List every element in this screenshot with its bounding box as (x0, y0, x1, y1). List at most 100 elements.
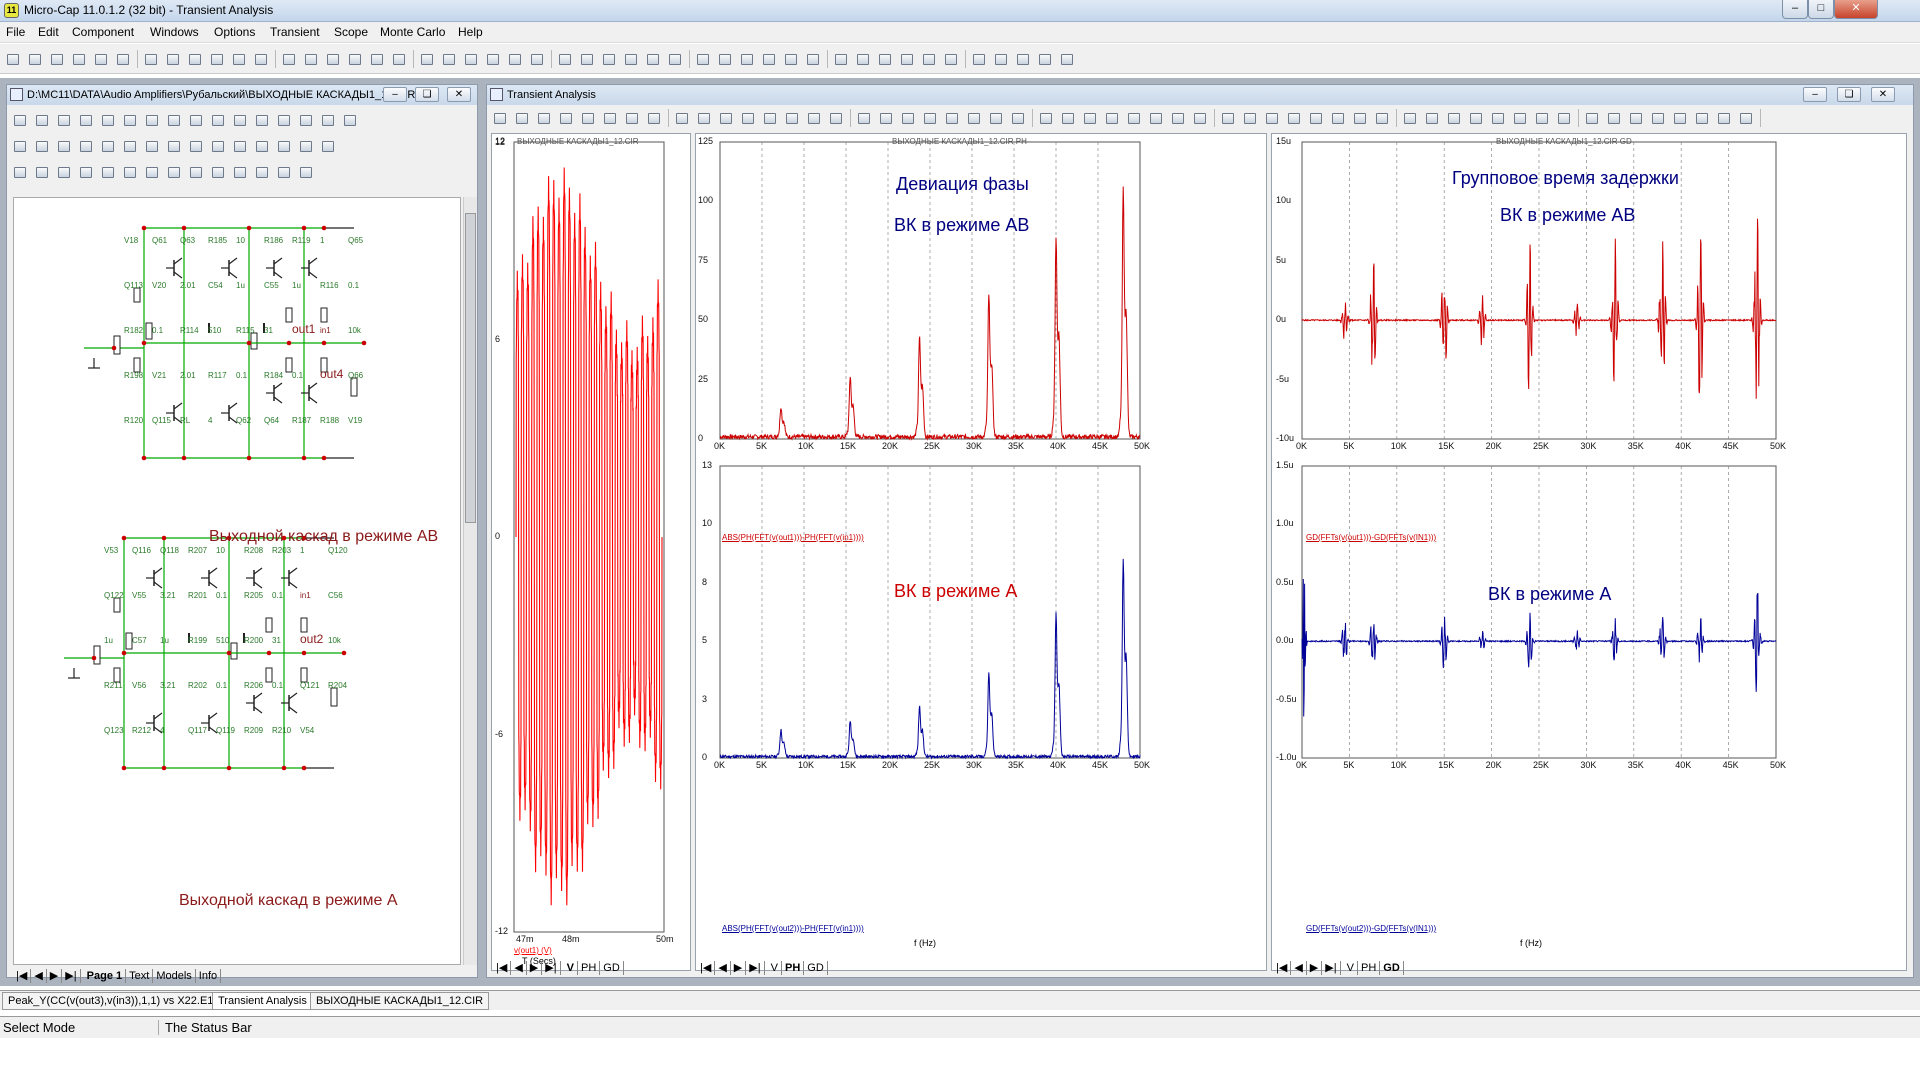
toolbar-button-icon[interactable] (99, 111, 117, 129)
schematic-close-button[interactable]: ✕ (447, 87, 471, 102)
toolbar-button-icon[interactable] (1125, 109, 1143, 127)
toolbar-button-icon[interactable] (644, 50, 662, 68)
window-tab-transient[interactable]: Transient Analysis (212, 992, 313, 1010)
toolbar-button-icon[interactable] (99, 137, 117, 155)
toolbar-button-icon[interactable] (942, 50, 960, 68)
toolbar-button-icon[interactable] (695, 109, 713, 127)
toolbar-button-icon[interactable] (921, 109, 939, 127)
toolbar-button-icon[interactable] (252, 50, 270, 68)
toolbar-button-icon[interactable] (600, 50, 618, 68)
toolbar-button-icon[interactable] (832, 50, 850, 68)
toolbar-button-icon[interactable] (187, 137, 205, 155)
toolbar-button-icon[interactable] (275, 111, 293, 129)
nav-first[interactable]: |◀ (493, 961, 512, 975)
tab-gd[interactable]: GD (1380, 961, 1404, 975)
nav-prev[interactable]: ◀ (1291, 961, 1307, 975)
toolbar-button-icon[interactable] (827, 109, 845, 127)
schematic-minimize-button[interactable]: – (383, 87, 407, 102)
toolbar-button-icon[interactable] (1081, 109, 1099, 127)
toolbar-button-icon[interactable] (319, 111, 337, 129)
toolbar-button-icon[interactable] (121, 111, 139, 129)
toolbar-button-icon[interactable] (346, 50, 364, 68)
toolbar-button-icon[interactable] (645, 109, 663, 127)
toolbar-button-icon[interactable] (253, 137, 271, 155)
toolbar-button-icon[interactable] (716, 50, 734, 68)
toolbar-button-icon[interactable] (231, 137, 249, 155)
toolbar-button-icon[interactable] (1329, 109, 1347, 127)
toolbar-button-icon[interactable] (601, 109, 619, 127)
toolbar-button-icon[interactable] (324, 50, 342, 68)
menu-component[interactable]: Component (72, 25, 134, 39)
nav-first[interactable]: |◀ (697, 961, 716, 975)
tab-v[interactable]: V (768, 961, 782, 975)
toolbar-button-icon[interactable] (877, 109, 895, 127)
tab-v[interactable]: V (564, 961, 578, 975)
toolbar-button-icon[interactable] (11, 111, 29, 129)
toolbar-button-icon[interactable] (1605, 109, 1623, 127)
toolbar-button-icon[interactable] (622, 50, 640, 68)
toolbar-button-icon[interactable] (1737, 109, 1755, 127)
toolbar-button-icon[interactable] (898, 50, 916, 68)
toolbar-button-icon[interactable] (33, 163, 51, 181)
toolbar-button-icon[interactable] (165, 111, 183, 129)
toolbar-button-icon[interactable] (208, 50, 226, 68)
schematic-vscrollbar[interactable] (463, 197, 477, 965)
toolbar-button-icon[interactable] (535, 109, 553, 127)
toolbar-button-icon[interactable] (280, 50, 298, 68)
toolbar-button-icon[interactable] (1555, 109, 1573, 127)
toolbar-button-icon[interactable] (70, 50, 88, 68)
toolbar-button-icon[interactable] (297, 163, 315, 181)
toolbar-button-icon[interactable] (965, 109, 983, 127)
toolbar-button-icon[interactable] (11, 137, 29, 155)
toolbar-button-icon[interactable] (114, 50, 132, 68)
toolbar-button-icon[interactable] (805, 109, 823, 127)
tab-ph[interactable]: PH (1358, 961, 1381, 975)
toolbar-button-icon[interactable] (77, 137, 95, 155)
toolbar-button-icon[interactable] (854, 50, 872, 68)
toolbar-button-icon[interactable] (1191, 109, 1209, 127)
toolbar-button-icon[interactable] (1533, 109, 1551, 127)
toolbar-button-icon[interactable] (717, 109, 735, 127)
toolbar-button-icon[interactable] (143, 137, 161, 155)
nav-next[interactable]: ▶ (731, 961, 747, 975)
analysis-close-button[interactable]: ✕ (1871, 87, 1895, 102)
toolbar-button-icon[interactable] (1285, 109, 1303, 127)
toolbar-button-icon[interactable] (855, 109, 873, 127)
toolbar-button-icon[interactable] (1401, 109, 1419, 127)
tab-gd[interactable]: GD (804, 961, 828, 975)
toolbar-button-icon[interactable] (1715, 109, 1733, 127)
toolbar-button-icon[interactable] (528, 50, 546, 68)
menu-monte-carlo[interactable]: Monte Carlo (380, 25, 445, 39)
toolbar-button-icon[interactable] (491, 109, 509, 127)
toolbar-button-icon[interactable] (1307, 109, 1325, 127)
toolbar-button-icon[interactable] (1103, 109, 1121, 127)
toolbar-button-icon[interactable] (33, 137, 51, 155)
toolbar-button-icon[interactable] (513, 109, 531, 127)
toolbar-button-icon[interactable] (55, 111, 73, 129)
menu-edit[interactable]: Edit (38, 25, 59, 39)
toolbar-button-icon[interactable] (1627, 109, 1645, 127)
toolbar-button-icon[interactable] (782, 50, 800, 68)
toolbar-button-icon[interactable] (186, 50, 204, 68)
menu-windows[interactable]: Windows (150, 25, 199, 39)
toolbar-button-icon[interactable] (26, 50, 44, 68)
toolbar-button-icon[interactable] (440, 50, 458, 68)
tab-ph[interactable]: PH (782, 961, 805, 975)
schematic-canvas[interactable]: V18 Q61 Q63 R185 10 R186 R119 1 Q65 Q113 V20 2.01 C5… (13, 197, 461, 965)
toolbar-button-icon[interactable] (1671, 109, 1689, 127)
tab-page1[interactable]: Page 1 (84, 969, 127, 983)
toolbar-button-icon[interactable] (1445, 109, 1463, 127)
toolbar-button-icon[interactable] (506, 50, 524, 68)
toolbar-button-icon[interactable] (694, 50, 712, 68)
toolbar-button-icon[interactable] (1511, 109, 1529, 127)
toolbar-button-icon[interactable] (899, 109, 917, 127)
menu-transient[interactable]: Transient (270, 25, 320, 39)
toolbar-button-icon[interactable] (1036, 50, 1054, 68)
toolbar-button-icon[interactable] (77, 111, 95, 129)
toolbar-button-icon[interactable] (556, 50, 574, 68)
toolbar-button-icon[interactable] (623, 109, 641, 127)
toolbar-button-icon[interactable] (187, 163, 205, 181)
toolbar-button-icon[interactable] (1014, 50, 1032, 68)
toolbar-button-icon[interactable] (143, 163, 161, 181)
toolbar-button-icon[interactable] (462, 50, 480, 68)
